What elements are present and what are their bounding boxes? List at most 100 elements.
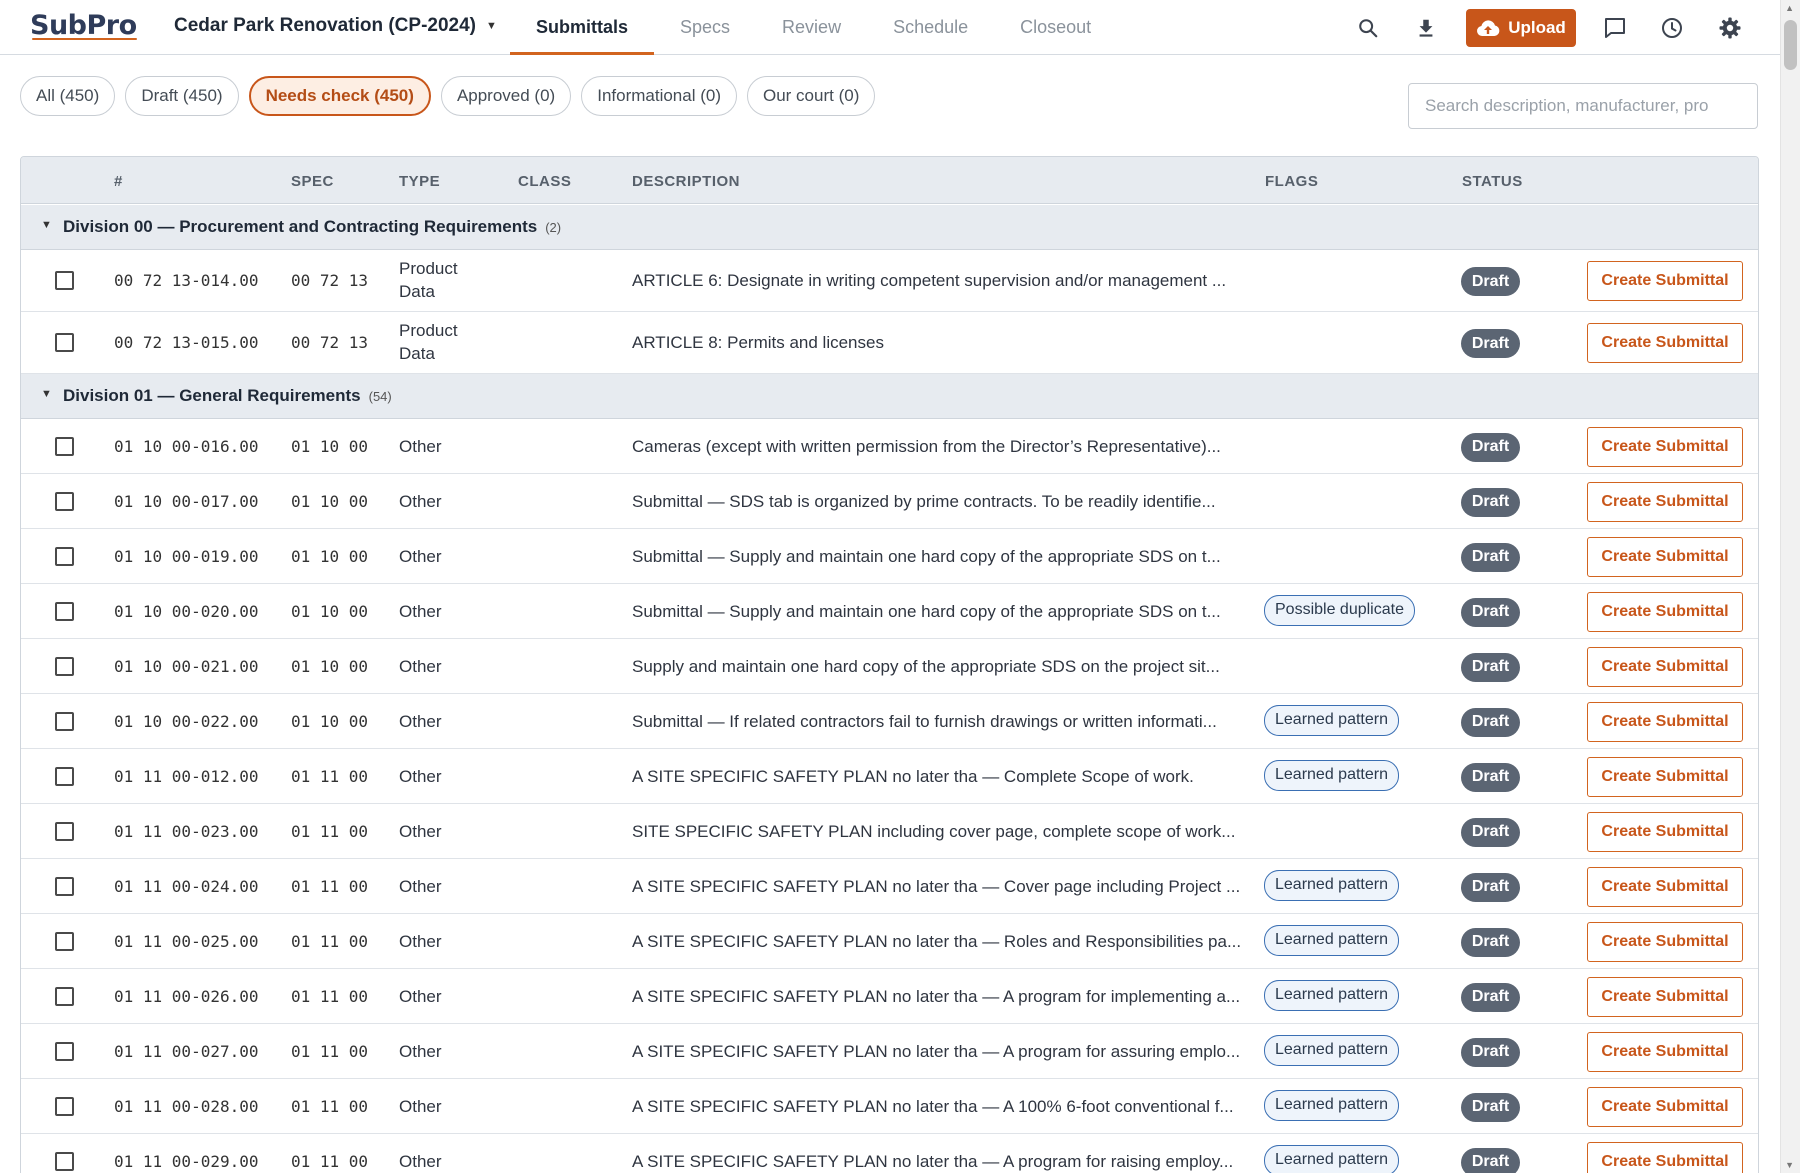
table-row[interactable]: 01 10 00-021.00 01 10 00 Other Supply and m…: [21, 639, 1758, 694]
row-checkbox[interactable]: [55, 656, 74, 676]
col-header-status[interactable]: STATUS: [1462, 173, 1523, 190]
table-row[interactable]: 01 11 00-025.00 01 11 00 Other A SITE SPECI…: [21, 914, 1758, 969]
table-row[interactable]: 01 11 00-028.00 01 11 00 Other A SITE SPECI…: [21, 1079, 1758, 1134]
filter-draft[interactable]: Draft (450): [125, 76, 239, 116]
submittal-description[interactable]: A SITE SPECIFIC SAFETY PLAN no later tha…: [632, 1042, 1242, 1062]
row-checkbox[interactable]: [55, 931, 74, 951]
app-logo[interactable]: SubPro: [30, 10, 137, 41]
scrollbar-thumb[interactable]: [1784, 20, 1797, 70]
table-row[interactable]: 01 11 00-012.00 01 11 00 Other A SITE SPECI…: [21, 749, 1758, 804]
table-row[interactable]: 00 72 13-014.00 00 72 13 Product Data ARTICL…: [21, 250, 1758, 312]
tab-closeout[interactable]: Closeout: [994, 0, 1117, 55]
create-submittal-button[interactable]: Create Submittal: [1587, 261, 1743, 301]
create-submittal-button[interactable]: Create Submittal: [1587, 646, 1743, 687]
division-group-header[interactable]: ▼ Division 01 — General Requirements (54): [21, 374, 1758, 419]
filter-all[interactable]: All (450): [20, 76, 116, 116]
submittal-description[interactable]: Submittal — Supply and maintain one hard…: [632, 547, 1242, 567]
table-row[interactable]: 01 11 00-023.00 01 11 00 Other SITE SPECIFI…: [21, 804, 1758, 859]
chat-icon[interactable]: [1601, 14, 1629, 42]
row-checkbox[interactable]: [55, 491, 74, 511]
create-submittal-button[interactable]: Create Submittal: [1587, 701, 1743, 742]
table-row[interactable]: 01 11 00-026.00 01 11 00 Other A SITE SPECI…: [21, 969, 1758, 1024]
filter-our-court[interactable]: Our court (0): [747, 76, 876, 116]
create-submittal-button[interactable]: Create Submittal: [1587, 426, 1743, 467]
collapse-triangle-icon[interactable]: ▼: [41, 388, 52, 400]
submittal-description[interactable]: A SITE SPECIFIC SAFETY PLAN no later tha…: [632, 1152, 1242, 1172]
col-header-flags[interactable]: FLAGS: [1265, 173, 1318, 190]
table-row[interactable]: 01 10 00-022.00 01 10 00 Other Submittal — …: [21, 694, 1758, 749]
scroll-down-icon[interactable]: ▼: [1785, 1160, 1794, 1170]
collapse-triangle-icon[interactable]: ▼: [41, 219, 52, 231]
submittal-description[interactable]: A SITE SPECIFIC SAFETY PLAN no later tha…: [632, 877, 1242, 897]
col-header-class[interactable]: CLASS: [518, 173, 571, 190]
filter-needs-check[interactable]: Needs check (450): [248, 76, 431, 116]
row-checkbox[interactable]: [55, 711, 74, 731]
row-checkbox[interactable]: [55, 1151, 74, 1171]
create-submittal-button[interactable]: Create Submittal: [1587, 866, 1743, 907]
row-checkbox[interactable]: [55, 986, 74, 1006]
create-submittal-button[interactable]: Create Submittal: [1587, 811, 1743, 852]
create-submittal-button[interactable]: Create Submittal: [1587, 1086, 1743, 1127]
division-group-header[interactable]: ▼ Division 00 — Procurement and Contracti…: [21, 205, 1758, 250]
row-checkbox[interactable]: [55, 821, 74, 841]
submittal-description[interactable]: ARTICLE 8: Permits and licenses: [632, 333, 1242, 353]
row-checkbox[interactable]: [55, 1041, 74, 1061]
row-checkbox[interactable]: [55, 333, 74, 352]
col-header-spec[interactable]: SPEC: [291, 173, 334, 190]
table-row[interactable]: 00 72 13-015.00 00 72 13 Product Data ARTICL…: [21, 312, 1758, 374]
row-checkbox[interactable]: [55, 876, 74, 896]
create-submittal-button[interactable]: Create Submittal: [1587, 756, 1743, 797]
create-submittal-button[interactable]: Create Submittal: [1587, 481, 1743, 522]
submittal-description[interactable]: Submittal — Supply and maintain one hard…: [632, 602, 1242, 622]
submittal-description[interactable]: A SITE SPECIFIC SAFETY PLAN no later tha…: [632, 1097, 1242, 1117]
col-header-type[interactable]: TYPE: [399, 173, 440, 190]
create-submittal-button[interactable]: Create Submittal: [1587, 591, 1743, 632]
submittal-description[interactable]: Submittal — If related contractors fail …: [632, 712, 1242, 732]
table-row[interactable]: 01 11 00-027.00 01 11 00 Other A SITE SPECI…: [21, 1024, 1758, 1079]
submittal-description[interactable]: A SITE SPECIFIC SAFETY PLAN no later tha…: [632, 987, 1242, 1007]
row-checkbox[interactable]: [55, 436, 74, 456]
filter-approved[interactable]: Approved (0): [440, 76, 572, 116]
create-submittal-button[interactable]: Create Submittal: [1587, 976, 1743, 1017]
col-header-num[interactable]: #: [114, 173, 123, 190]
create-submittal-button[interactable]: Create Submittal: [1587, 921, 1743, 962]
scroll-up-icon[interactable]: ▲: [1785, 3, 1794, 13]
submittal-description[interactable]: SITE SPECIFIC SAFETY PLAN including cove…: [632, 822, 1242, 842]
tab-review[interactable]: Review: [756, 0, 867, 55]
create-submittal-button[interactable]: Create Submittal: [1587, 1031, 1743, 1072]
create-submittal-button[interactable]: Create Submittal: [1587, 323, 1743, 363]
submittal-description[interactable]: Submittal — SDS tab is organized by prim…: [632, 492, 1242, 512]
download-icon[interactable]: [1412, 14, 1440, 42]
submittal-description[interactable]: Supply and maintain one hard copy of the…: [632, 657, 1242, 677]
filter-informational[interactable]: Informational (0): [581, 76, 737, 116]
submittal-description[interactable]: Cameras (except with written permission …: [632, 437, 1242, 457]
submittal-description[interactable]: ARTICLE 6: Designate in writing competen…: [632, 271, 1242, 291]
project-selector[interactable]: Cedar Park Renovation (CP-2024) ▼: [174, 15, 497, 37]
submittal-description[interactable]: A SITE SPECIFIC SAFETY PLAN no later tha…: [632, 767, 1242, 787]
history-icon[interactable]: [1658, 14, 1686, 42]
row-checkbox[interactable]: [55, 271, 74, 290]
row-checkbox[interactable]: [55, 601, 74, 621]
submittal-description[interactable]: A SITE SPECIFIC SAFETY PLAN no later tha…: [632, 932, 1242, 952]
table-row[interactable]: 01 11 00-029.00 01 11 00 Other A SITE SPECI…: [21, 1134, 1758, 1173]
table-row[interactable]: 01 10 00-020.00 01 10 00 Other Submittal — …: [21, 584, 1758, 639]
tab-submittals[interactable]: Submittals: [510, 0, 655, 55]
table-row[interactable]: 01 11 00-024.00 01 11 00 Other A SITE SPECI…: [21, 859, 1758, 914]
tab-specs[interactable]: Specs: [654, 0, 756, 55]
row-checkbox[interactable]: [55, 546, 74, 566]
upload-button[interactable]: Upload: [1466, 9, 1576, 47]
search-input[interactable]: [1408, 83, 1758, 129]
tab-schedule[interactable]: Schedule: [867, 0, 994, 55]
col-header-description[interactable]: DESCRIPTION: [632, 173, 740, 190]
create-submittal-button[interactable]: Create Submittal: [1587, 536, 1743, 577]
page-scrollbar[interactable]: ▲ ▼: [1780, 0, 1800, 1173]
table-row[interactable]: 01 10 00-019.00 01 10 00 Other Submittal — …: [21, 529, 1758, 584]
table-row[interactable]: 01 10 00-016.00 01 10 00 Other Cameras (exc…: [21, 419, 1758, 474]
search-icon[interactable]: [1354, 14, 1382, 42]
table-row[interactable]: 01 10 00-017.00 01 10 00 Other Submittal — …: [21, 474, 1758, 529]
gear-icon[interactable]: [1716, 14, 1744, 42]
create-submittal-button[interactable]: Create Submittal: [1587, 1141, 1743, 1173]
row-checkbox[interactable]: [55, 1096, 74, 1116]
submittal-type: Other: [399, 876, 442, 896]
row-checkbox[interactable]: [55, 766, 74, 786]
